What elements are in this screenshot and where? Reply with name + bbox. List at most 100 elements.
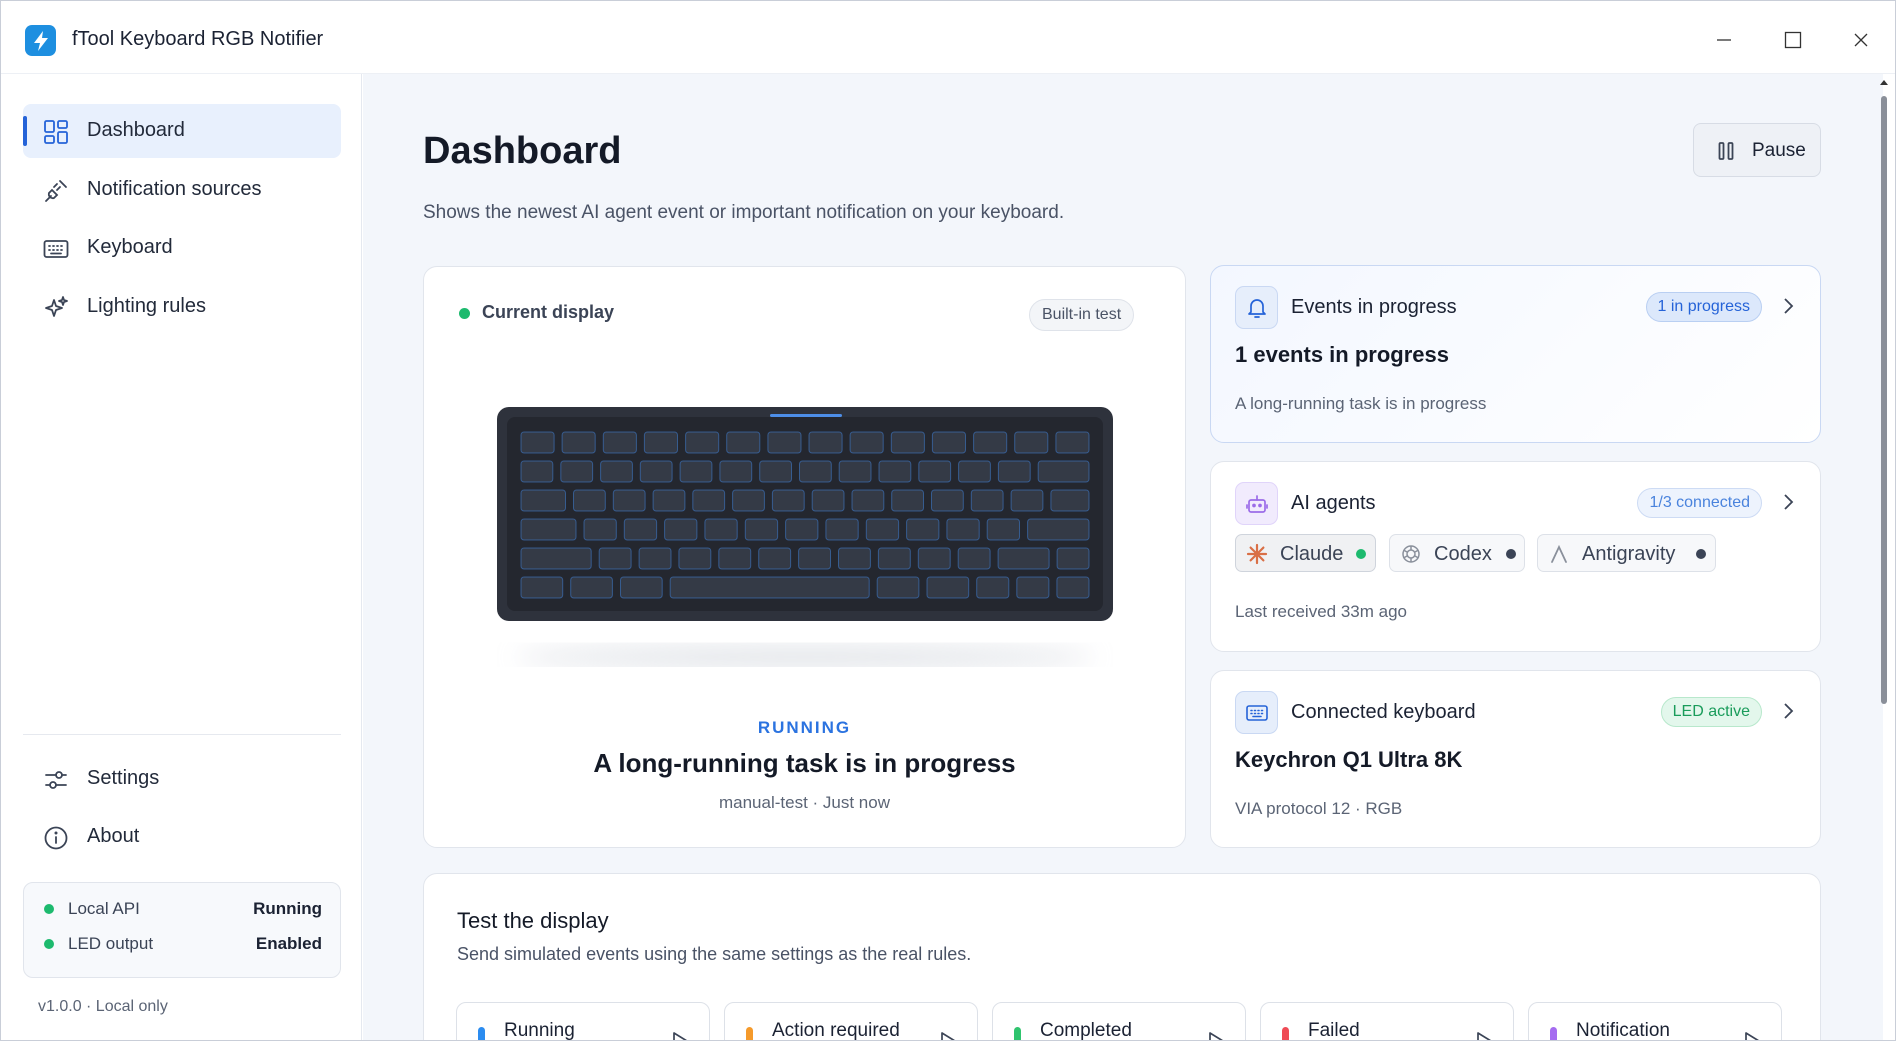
keyboard-key: [602, 431, 637, 454]
keyboard-key: [973, 431, 1008, 454]
connected-keyboard-card[interactable]: Connected keyboard LED active Keychron Q…: [1210, 670, 1821, 848]
close-button[interactable]: [1844, 23, 1878, 57]
agent-chip-claude[interactable]: Claude: [1235, 534, 1376, 572]
keyboard-key: [1037, 460, 1090, 483]
test-button-completed[interactable]: Completed: [992, 1002, 1246, 1041]
keyboard-key: [1050, 489, 1090, 512]
antigravity-icon: [1548, 543, 1570, 565]
keyboard-key: [1014, 431, 1049, 454]
scrollbar-thumb[interactable]: [1881, 96, 1887, 704]
keyboard-key: [926, 576, 970, 599]
page-title: Dashboard: [423, 130, 622, 172]
keyboard-key: [849, 431, 884, 454]
keyboard-key: [692, 489, 726, 512]
agent-status-dot: [1696, 549, 1706, 559]
keyboard-key: [1010, 489, 1044, 512]
sidebar-item-dashboard[interactable]: Dashboard: [23, 104, 341, 158]
agent-chip-codex[interactable]: Codex: [1389, 534, 1525, 572]
test-button-notification[interactable]: Notification: [1528, 1002, 1782, 1041]
keyboard-key: [718, 547, 752, 570]
keyboard-key: [917, 547, 951, 570]
pause-button-label: Pause: [1752, 140, 1806, 161]
display-meta: manual-test · Just now: [718, 793, 890, 812]
last-received: Last received 33m ago: [1235, 602, 1407, 621]
keyboard-key: [623, 518, 658, 541]
status-dot: [44, 939, 54, 949]
test-button-failed[interactable]: Failed: [1260, 1002, 1514, 1041]
sidebar-item-label: Dashboard: [87, 119, 185, 141]
minimize-button[interactable]: [1707, 23, 1741, 57]
keyboard-key: [520, 489, 566, 512]
sidebar: Dashboard Notification sources Keyboard …: [1, 74, 362, 1040]
keyboard-key: [520, 576, 564, 599]
play-icon: [1207, 1031, 1225, 1040]
test-button-label: Action required: [772, 1020, 900, 1041]
test-button-label: Notification: [1576, 1020, 1670, 1041]
status-dot: [44, 904, 54, 914]
keyboard-key: [679, 460, 713, 483]
status-color-bar: [478, 1027, 485, 1040]
test-button-running[interactable]: Running: [456, 1002, 710, 1040]
current-display-label: Current display: [482, 302, 615, 322]
events-in-progress-card[interactable]: Events in progress 1 in progress 1 event…: [1210, 265, 1821, 443]
keyboard-key: [1056, 547, 1090, 570]
keyboard-key: [876, 576, 920, 599]
scrollbar[interactable]: [1877, 74, 1891, 1040]
chevron-right-icon: [1782, 297, 1794, 315]
status-panel: Local API Running LED output Enabled: [23, 882, 341, 978]
test-button-label: Failed: [1308, 1020, 1360, 1041]
sidebar-item-lighting-rules[interactable]: Lighting rules: [23, 280, 341, 334]
claude-icon: [1246, 543, 1268, 565]
scroll-up-icon[interactable]: [1877, 76, 1891, 90]
keyboard-key: [851, 489, 885, 512]
card-title: Events in progress: [1291, 296, 1457, 318]
current-display-card: Current display Built-in test RUNNING A …: [423, 266, 1186, 848]
dashboard-icon: [43, 119, 69, 145]
version-label: v1.0.0 · Local only: [38, 998, 168, 1015]
play-icon: [1475, 1031, 1493, 1040]
keyboard-key: [958, 460, 991, 483]
keyboard-name: Keychron Q1 Ultra 8K: [1235, 747, 1463, 772]
keyboard-key: [906, 518, 940, 541]
keyboard-key: [771, 489, 805, 512]
app-window: fTool Keyboard RGB Notifier Dashboard No…: [0, 0, 1896, 1041]
keyboard-key: [838, 547, 871, 570]
status-row-led-output: LED output Enabled: [24, 930, 340, 958]
sidebar-item-label: Keyboard: [87, 236, 173, 258]
keyboard-key: [664, 518, 698, 541]
status-color-bar: [1282, 1027, 1289, 1040]
keyboard-key: [970, 489, 1004, 512]
keyboard-key: [798, 547, 832, 570]
chevron-right-icon: [1782, 702, 1794, 720]
keyboard-key: [997, 547, 1050, 570]
keyboard-key: [931, 431, 966, 454]
maximize-button[interactable]: [1776, 23, 1810, 57]
test-button-label: Completed: [1040, 1020, 1132, 1041]
plug-icon: [43, 178, 69, 204]
sidebar-item-keyboard[interactable]: Keyboard: [23, 221, 341, 275]
sidebar-item-settings[interactable]: Settings: [23, 752, 341, 806]
keyboard-key: [767, 431, 802, 454]
keyboard-key: [799, 460, 832, 483]
events-description: A long-running task is in progress: [1235, 394, 1487, 413]
keyboard-key: [652, 489, 686, 512]
keyboard-key: [811, 489, 845, 512]
sidebar-item-notification-sources[interactable]: Notification sources: [23, 163, 341, 217]
keyboard-key: [520, 518, 577, 541]
keyboard-key: [957, 547, 991, 570]
test-title: Test the display: [457, 908, 609, 933]
keyboard-key: [600, 460, 633, 483]
status-color-bar: [746, 1027, 753, 1040]
test-button-action-required[interactable]: Action required: [724, 1002, 978, 1041]
ai-agents-card[interactable]: AI agents 1/3 connected Claude Codex Ant…: [1210, 461, 1821, 652]
keyboard-icon: [43, 236, 69, 262]
agent-name: Antigravity: [1582, 543, 1676, 565]
built-in-test-badge: Built-in test: [1029, 299, 1135, 331]
sidebar-item-about[interactable]: About: [23, 810, 341, 864]
pause-button[interactable]: Pause: [1693, 123, 1821, 177]
keyboard-protocol: VIA protocol 12 · RGB: [1235, 799, 1403, 818]
codex-icon: [1400, 543, 1422, 565]
keyboard-key: [878, 460, 912, 483]
agent-chip-antigravity[interactable]: Antigravity: [1537, 534, 1716, 572]
keyboard-key: [986, 518, 1021, 541]
